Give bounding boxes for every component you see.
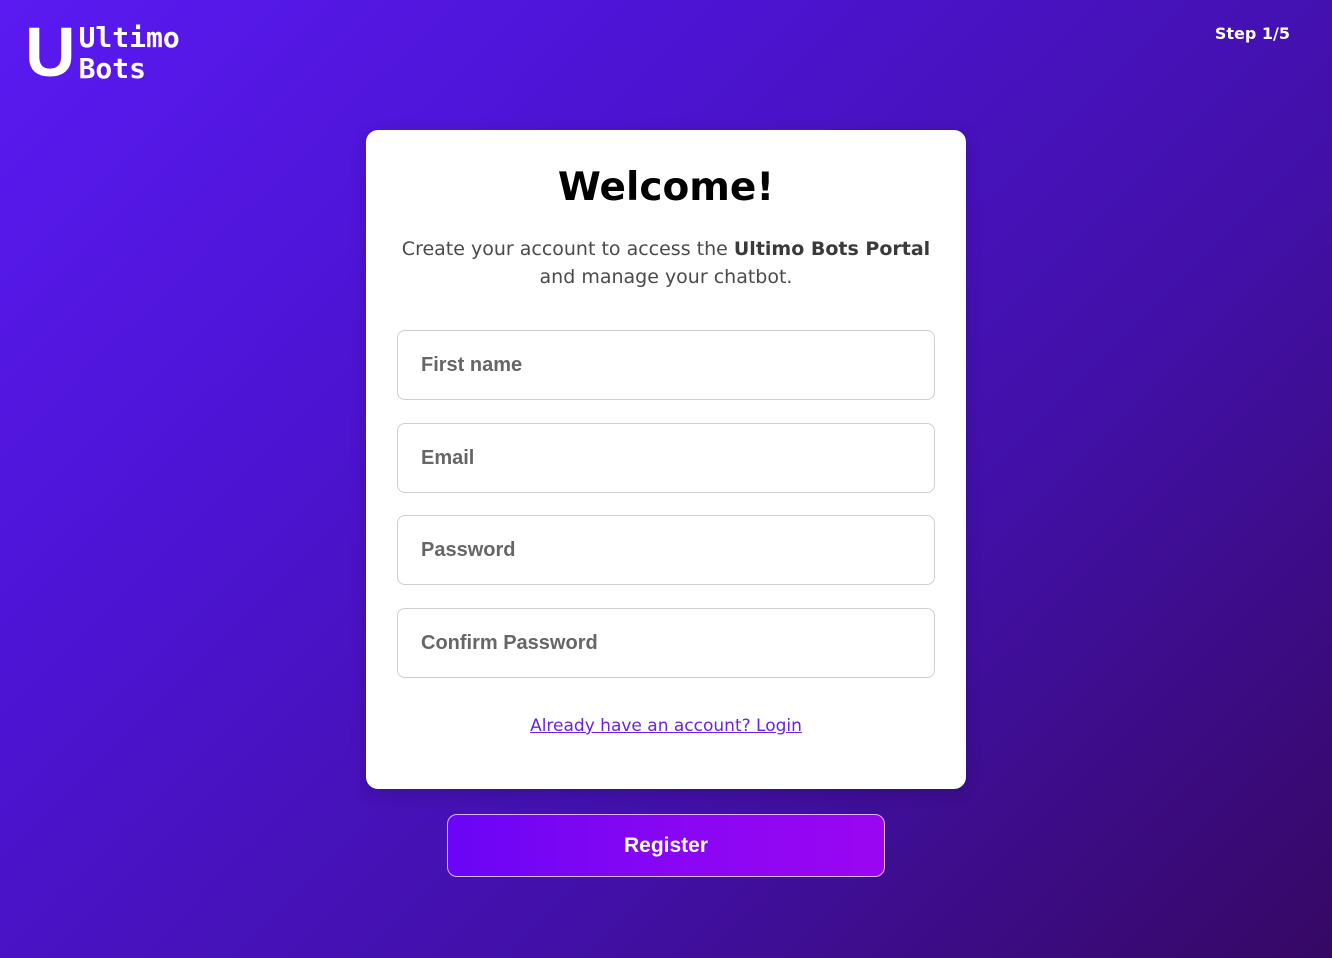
subtitle-portal-name: Ultimo Bots Portal xyxy=(733,238,931,260)
logo-line-2: Bots xyxy=(78,52,146,85)
subtitle-text-start: Create your account to access the xyxy=(401,238,734,260)
subtitle-text-end: and manage your chatbot. xyxy=(539,266,793,288)
email-input[interactable] xyxy=(397,423,935,493)
password-input[interactable] xyxy=(397,515,935,585)
page-title: Welcome! xyxy=(557,165,775,210)
logo-line-1: Ultimo xyxy=(78,21,180,54)
first-name-input[interactable] xyxy=(397,330,935,400)
confirm-password-input[interactable] xyxy=(397,608,935,678)
logo-mark: U xyxy=(25,13,76,91)
brand-logo: U Ultimo Bots xyxy=(25,13,180,91)
logo-wordmark: Ultimo Bots xyxy=(79,22,180,84)
register-button[interactable]: Register xyxy=(447,814,885,877)
step-indicator: Step 1/5 xyxy=(1214,24,1290,43)
subtitle: Create your account to access the Ultimo… xyxy=(396,235,936,291)
registration-card: Welcome! Create your account to access t… xyxy=(366,130,966,789)
login-link[interactable]: Already have an account? Login xyxy=(366,716,966,736)
